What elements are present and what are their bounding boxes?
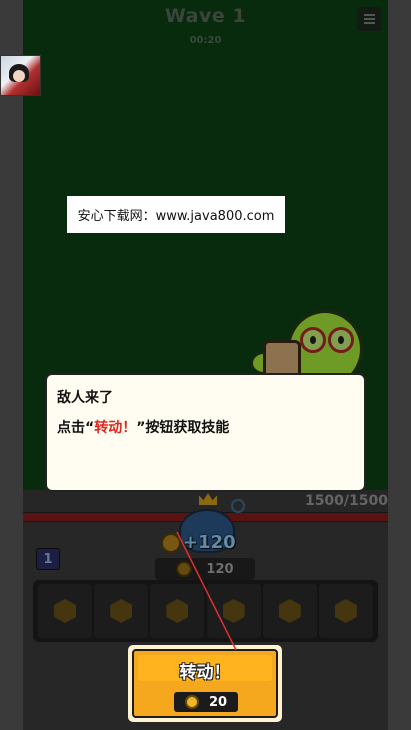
skill-slot[interactable] bbox=[94, 584, 149, 638]
hp-text: 1500/1500 bbox=[304, 493, 388, 509]
wave-title: Wave 1 bbox=[164, 5, 247, 27]
dialog-body-highlight: 转动！ bbox=[94, 420, 137, 436]
skill-slot[interactable] bbox=[318, 584, 373, 638]
spin-button-label: 转动！ bbox=[179, 663, 231, 683]
game-screen: Wave 1 00:20 1500/1500 +120 120 1 转动！ 20… bbox=[23, 0, 388, 730]
spin-cost: 20 bbox=[174, 692, 238, 712]
watermark-banner: 安心下载网：www.java800.com bbox=[67, 196, 285, 233]
skill-slot[interactable] bbox=[262, 584, 317, 638]
coin-icon bbox=[184, 695, 199, 709]
hexagon-coin-icon bbox=[278, 599, 301, 623]
coin-count: 120 bbox=[206, 561, 234, 577]
level-badge: 1 bbox=[36, 548, 60, 570]
left-margin bbox=[0, 0, 23, 730]
spin-button-face[interactable]: 转动！ 20 bbox=[132, 649, 278, 718]
right-margin bbox=[388, 0, 411, 730]
dialog-body-suffix: ”按钮获取技能 bbox=[136, 420, 230, 436]
wave-timer: 00:20 bbox=[189, 35, 222, 46]
coin-gain: +120 bbox=[161, 532, 236, 553]
hexagon-coin-icon bbox=[54, 599, 77, 623]
spin-button[interactable]: 转动！ 20 bbox=[128, 645, 282, 722]
hexagon-coin-icon bbox=[334, 599, 357, 623]
hexagon-coin-icon bbox=[166, 599, 189, 623]
skill-slot[interactable] bbox=[206, 584, 261, 638]
tutorial-dialog[interactable]: 敌人来了 点击“转动！”按钮获取技能 bbox=[45, 373, 366, 492]
dialog-body: 点击“转动！”按钮获取技能 bbox=[57, 417, 354, 437]
skill-slots bbox=[33, 580, 378, 642]
bubble-icon bbox=[231, 499, 245, 513]
enemy-eye-left bbox=[300, 327, 326, 353]
dialog-title: 敌人来了 bbox=[57, 390, 113, 406]
coin-counter: 120 bbox=[155, 558, 255, 580]
hexagon-coin-icon bbox=[222, 599, 245, 623]
coin-gain-text: +120 bbox=[183, 532, 236, 553]
avatar[interactable] bbox=[0, 55, 41, 96]
skill-slot[interactable] bbox=[38, 584, 93, 638]
hamburger-menu-icon[interactable] bbox=[357, 7, 381, 31]
enemy-eye-right bbox=[328, 327, 354, 353]
coin-icon bbox=[176, 561, 193, 577]
hexagon-coin-icon bbox=[110, 599, 133, 623]
spin-cost-value: 20 bbox=[208, 694, 228, 710]
skill-slot[interactable] bbox=[150, 584, 205, 638]
dialog-body-prefix: 点击“ bbox=[57, 420, 95, 436]
hexagon-coin-icon bbox=[161, 532, 181, 553]
